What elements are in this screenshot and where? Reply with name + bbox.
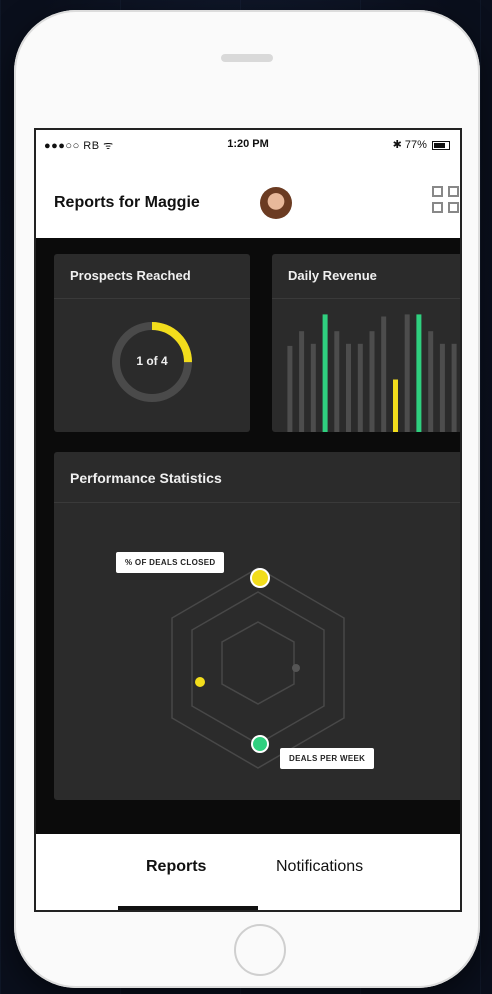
card-divider [272, 298, 460, 299]
revenue-bar [439, 343, 445, 432]
revenue-bar [381, 316, 387, 432]
app-screen: ●●●○○ RB ᯤ 1:20 PM ✱ 77% Reports for Mag… [34, 128, 462, 912]
revenue-bar [299, 331, 305, 432]
revenue-bar [416, 314, 422, 432]
revenue-bar [404, 314, 410, 432]
gray-point[interactable] [292, 664, 300, 672]
revenue-bar [369, 331, 375, 432]
tab-reports[interactable]: Reports [146, 858, 206, 876]
revenue-bar [310, 343, 316, 432]
tab-bar: Reports Notifications [36, 834, 460, 910]
prospects-title: Prospects Reached [70, 268, 191, 283]
revenue-bar [334, 331, 340, 432]
revenue-bar [346, 343, 351, 432]
radar-ring-inner [221, 621, 295, 705]
tab-notifications[interactable]: Notifications [276, 858, 363, 876]
prospects-card[interactable]: Prospects Reached 1 of 4 [54, 254, 250, 432]
revenue-card[interactable]: Daily Revenue [272, 254, 460, 432]
revenue-bar [322, 314, 328, 432]
phone-frame: ●●●○○ RB ᯤ 1:20 PM ✱ 77% Reports for Mag… [14, 10, 480, 988]
card-divider [54, 298, 250, 299]
yellow-point[interactable] [195, 677, 205, 687]
performance-card[interactable]: Performance Statistics % OF DEALS CLOSED… [54, 452, 460, 800]
dashboard: Prospects Reached 1 of 4 Daily Revenue P… [36, 238, 460, 834]
revenue-bar-chart [287, 314, 457, 432]
avatar[interactable] [260, 187, 292, 219]
speaker-slot [221, 54, 273, 62]
status-bar: ●●●○○ RB ᯤ 1:20 PM ✱ 77% [36, 130, 460, 158]
revenue-bar [393, 379, 398, 432]
deals-closed-point[interactable] [250, 568, 270, 588]
home-button[interactable] [234, 924, 286, 976]
active-tab-indicator [118, 906, 258, 910]
revenue-bar [287, 345, 293, 432]
revenue-title: Daily Revenue [288, 268, 377, 283]
revenue-bar [451, 343, 457, 432]
battery-icon [432, 140, 450, 150]
deals-per-week-tag: DEALS PER WEEK [280, 748, 375, 769]
grid-menu-icon[interactable] [432, 186, 460, 216]
radar-ring-middle [191, 591, 325, 745]
deals-closed-tag: % OF DEALS CLOSED [116, 552, 225, 573]
page-title: Reports for Maggie [54, 194, 200, 211]
app-header: Reports for Maggie [36, 170, 460, 236]
revenue-bar [357, 343, 363, 432]
battery-label: ✱ 77% [392, 139, 427, 151]
battery-status: ✱ 77% [393, 138, 450, 151]
deals-per-week-point[interactable] [251, 735, 269, 753]
performance-radar [171, 567, 345, 769]
prospects-count: 1 of 4 [136, 354, 168, 368]
revenue-bar [428, 331, 434, 432]
